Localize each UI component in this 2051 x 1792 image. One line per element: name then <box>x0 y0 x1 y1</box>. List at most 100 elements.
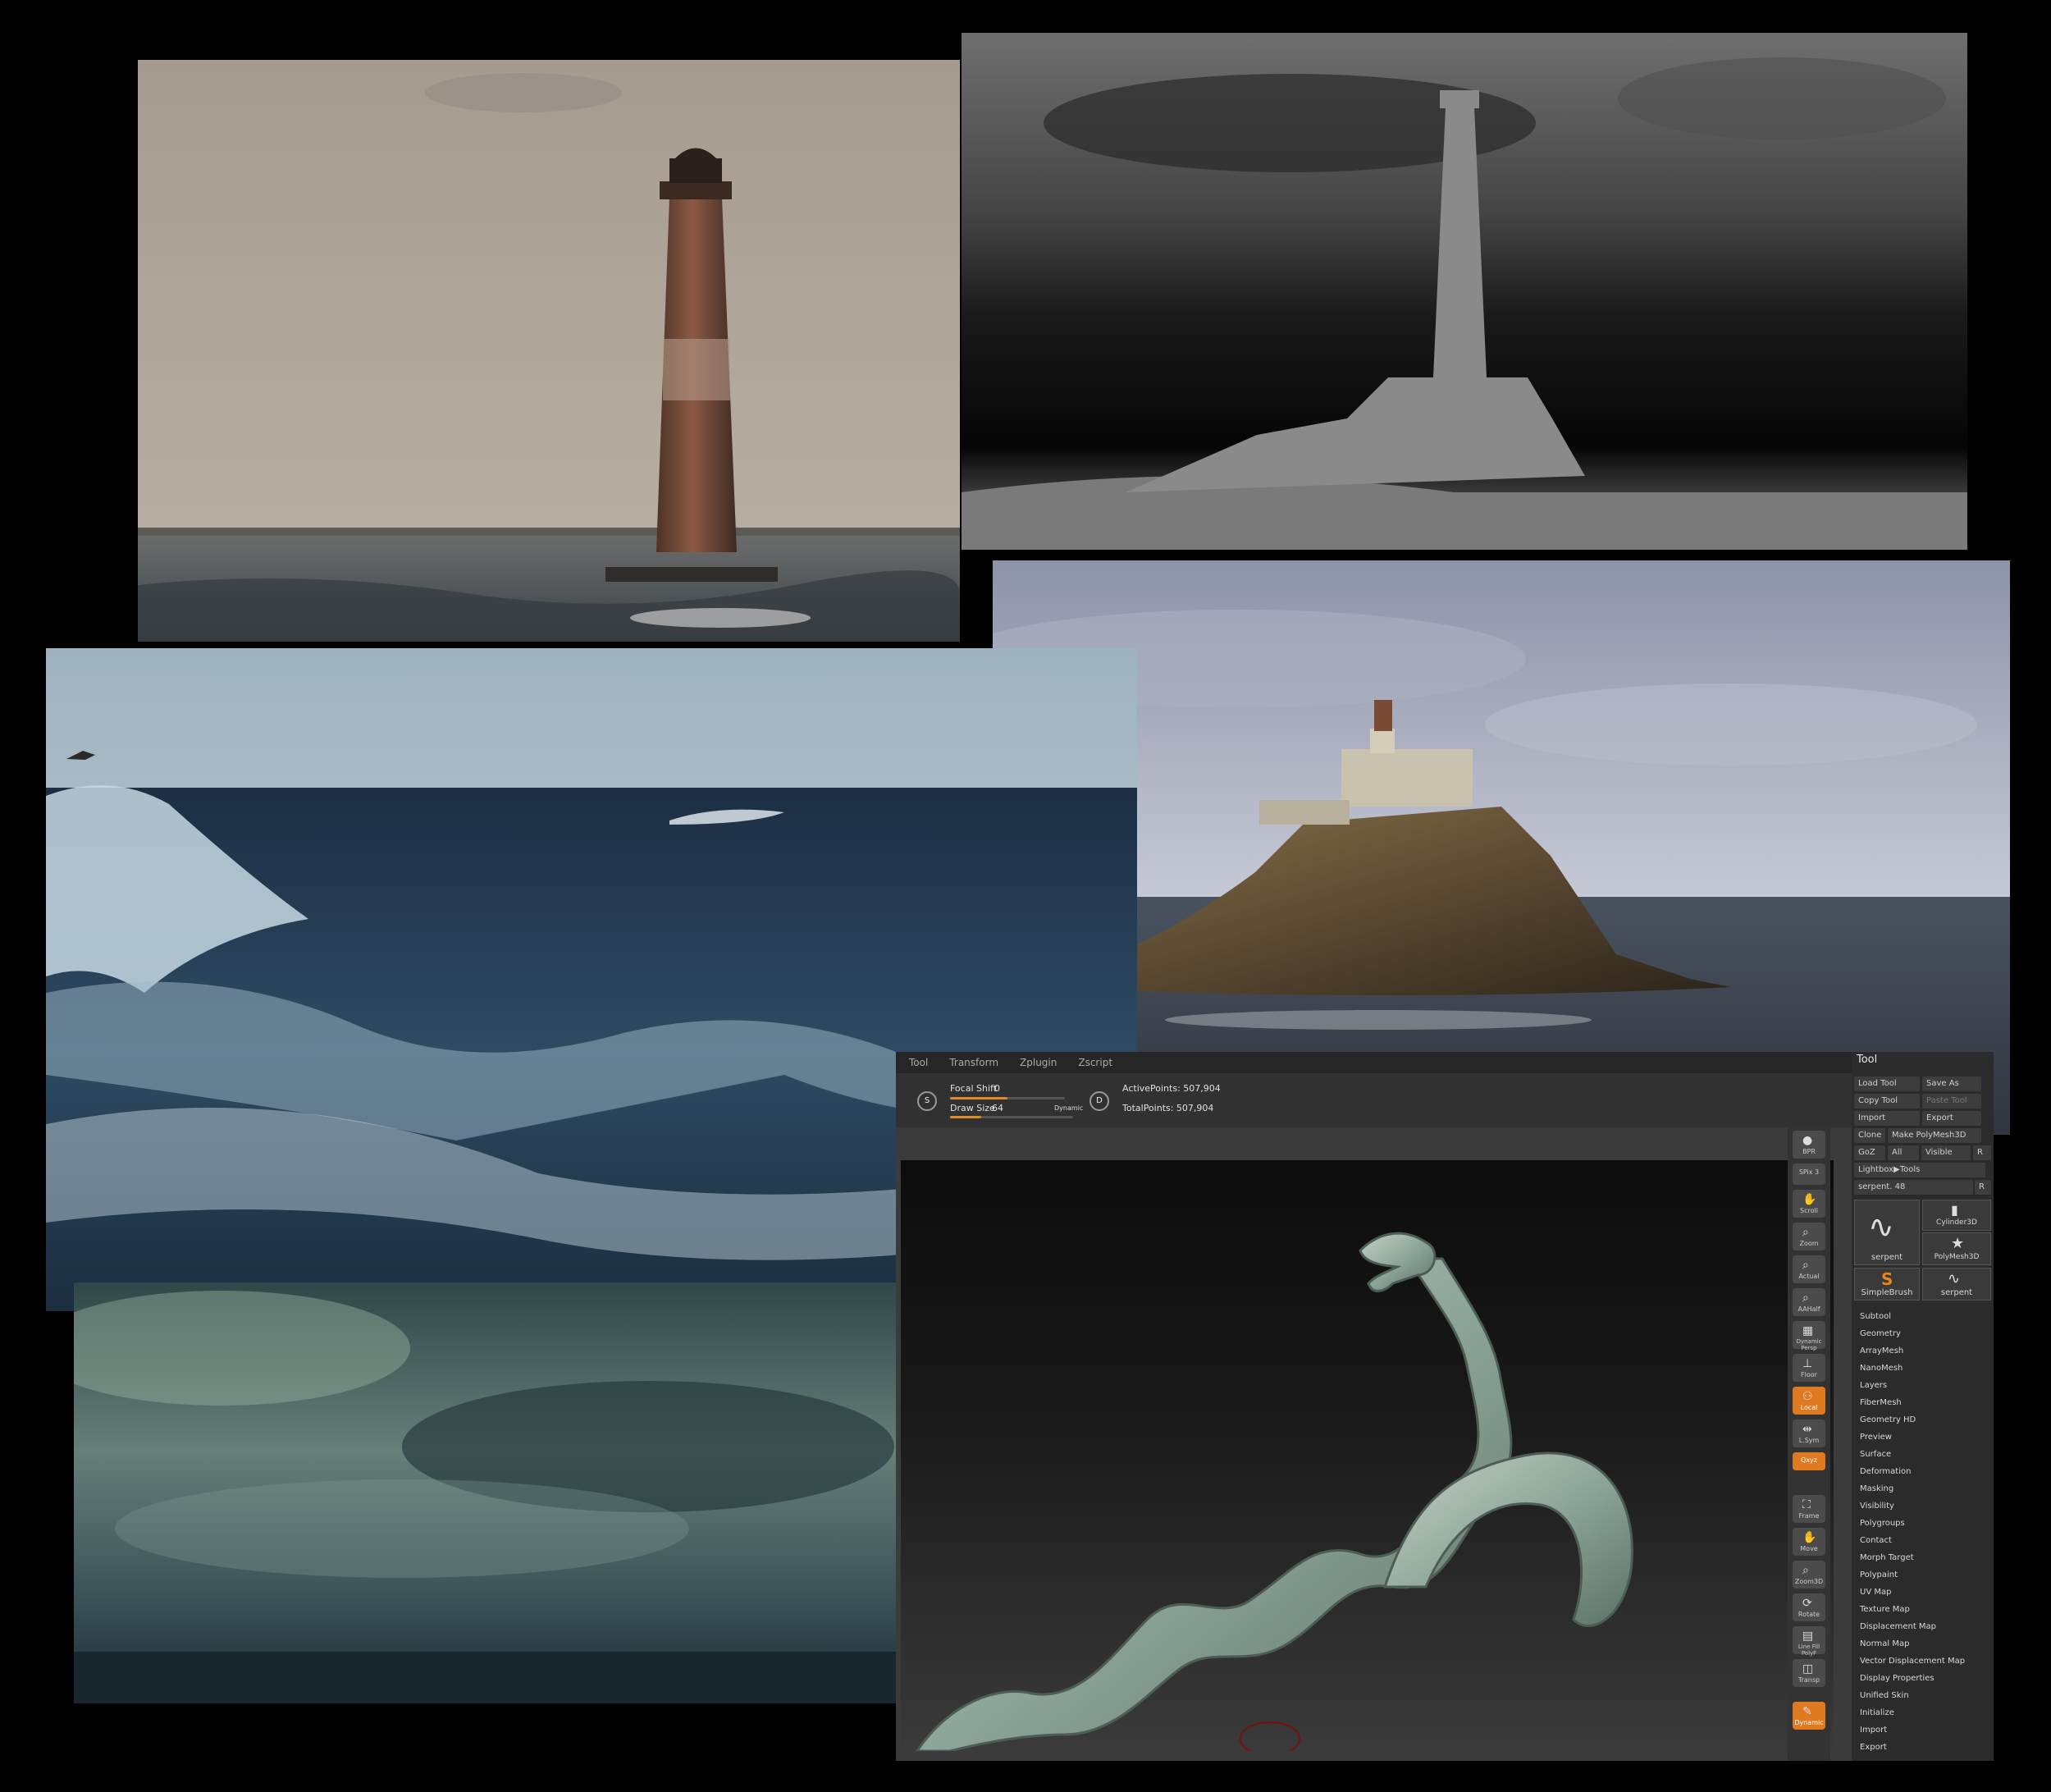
menu-export[interactable]: Export <box>1860 1743 1887 1752</box>
make-polymesh-button[interactable]: Make PolyMesh3D <box>1888 1128 1981 1143</box>
menu-polypaint[interactable]: Polypaint <box>1860 1570 1898 1579</box>
magnifier-icon: ⌕ <box>1802 1564 1809 1577</box>
total-points-readout: TotalPoints: 507,904 <box>1122 1103 1214 1113</box>
menu-zplugin[interactable]: Zplugin <box>1020 1057 1057 1068</box>
actual-button[interactable]: ⌕ Actual <box>1793 1255 1825 1283</box>
frame-button[interactable]: ⛶ Frame <box>1793 1495 1825 1523</box>
floor-icon: ⊥ <box>1802 1357 1813 1370</box>
copy-tool-button[interactable]: Copy Tool <box>1854 1094 1920 1109</box>
import-button[interactable]: Import <box>1854 1111 1920 1126</box>
scroll-button[interactable]: ✋ Scroll <box>1793 1190 1825 1218</box>
menu-texture-map[interactable]: Texture Map <box>1860 1605 1910 1614</box>
polyf-label: Line Fill PolyF <box>1797 1643 1820 1657</box>
menu-polygroups[interactable]: Polygroups <box>1860 1519 1905 1528</box>
floor-button[interactable]: ⊥ Floor <box>1793 1354 1825 1382</box>
menu-display-properties[interactable]: Display Properties <box>1860 1674 1935 1683</box>
persp-label: Dynamic Persp <box>1796 1338 1822 1351</box>
simplebrush-label: SimpleBrush <box>1861 1288 1913 1297</box>
photo-lighthouse-haze <box>138 60 960 642</box>
menu-morph-target[interactable]: Morph Target <box>1860 1553 1914 1562</box>
zbrush-topbar: S Focal Shift 0 Draw Size 64 Dynamic D A… <box>896 1073 1852 1127</box>
spotlight-d-icon[interactable]: D <box>1089 1091 1109 1111</box>
menu-uv-map[interactable]: UV Map <box>1860 1588 1891 1597</box>
local-button[interactable]: ⚇ Local <box>1793 1387 1825 1415</box>
local-icon: ⚇ <box>1802 1390 1813 1403</box>
persp-button[interactable]: ▦ Dynamic Persp <box>1793 1321 1825 1351</box>
r2-button[interactable]: R <box>1975 1180 1991 1195</box>
polymesh-thumb[interactable]: ★ PolyMesh3D <box>1922 1232 1991 1265</box>
rotate-button[interactable]: ⟳ Rotate <box>1793 1593 1825 1621</box>
menu-transform[interactable]: Transform <box>949 1057 998 1068</box>
menu-subtool[interactable]: Subtool <box>1860 1312 1891 1321</box>
menu-initialize[interactable]: Initialize <box>1860 1708 1894 1717</box>
menu-masking[interactable]: Masking <box>1860 1484 1893 1493</box>
zoom3d-button[interactable]: ⌕ Zoom3D <box>1793 1561 1825 1589</box>
spotlight-s-icon[interactable]: S <box>917 1091 937 1111</box>
grid-icon: ▦ <box>1802 1324 1814 1337</box>
menu-geometry[interactable]: Geometry <box>1860 1329 1901 1338</box>
menu-fibermesh[interactable]: FiberMesh <box>1860 1398 1902 1407</box>
export-button[interactable]: Export <box>1922 1111 1981 1126</box>
lightbox-tools-button[interactable]: Lightbox▶Tools <box>1854 1163 1985 1177</box>
focal-shift-value: 0 <box>994 1083 1000 1094</box>
photo-storm-clouds <box>74 1282 896 1703</box>
menu-geometry-hd[interactable]: Geometry HD <box>1860 1415 1916 1424</box>
transp-button[interactable]: ◫ Transp <box>1793 1659 1825 1687</box>
serpent-thumb-large[interactable]: ∿ serpent <box>1854 1200 1920 1265</box>
dynamic-toggle[interactable]: Dynamic <box>1054 1104 1083 1112</box>
brush-icon: ✎ <box>1802 1705 1812 1718</box>
draw-size-value: 64 <box>992 1103 1003 1113</box>
lsym-button[interactable]: ⇹ L.Sym <box>1793 1419 1825 1447</box>
load-tool-button[interactable]: Load Tool <box>1854 1077 1920 1091</box>
paste-tool-button[interactable]: Paste Tool <box>1922 1094 1981 1109</box>
menu-import[interactable]: Import <box>1860 1726 1887 1735</box>
menu-zscript[interactable]: Zscript <box>1078 1057 1112 1068</box>
draw-size-slider[interactable] <box>950 1116 1073 1118</box>
menu-unified-skin[interactable]: Unified Skin <box>1860 1691 1909 1700</box>
menu-nanomesh[interactable]: NanoMesh <box>1860 1364 1903 1373</box>
menu-contact[interactable]: Contact <box>1860 1536 1892 1545</box>
cylinder-thumb[interactable]: ▮ Cylinder3D <box>1922 1200 1991 1231</box>
polyf-button[interactable]: ▤ Line Fill PolyF <box>1793 1626 1825 1657</box>
focal-shift-slider[interactable] <box>950 1097 1065 1099</box>
current-tool-slider[interactable]: serpent. 48 <box>1854 1180 1973 1195</box>
serpent-thumb-small[interactable]: ∿ serpent <box>1922 1268 1991 1301</box>
aahalf-button[interactable]: ⌕ AAHalf <box>1793 1288 1825 1316</box>
scroll-label: Scroll <box>1800 1207 1818 1214</box>
save-as-button[interactable]: Save As <box>1922 1077 1981 1091</box>
all-button[interactable]: All <box>1888 1145 1919 1160</box>
star-icon: ★ <box>1951 1235 1965 1252</box>
serpent-small-icon: ∿ <box>1948 1270 1961 1287</box>
zbrush-canvas[interactable] <box>901 1160 1834 1751</box>
symmetry-icon: ⇹ <box>1802 1423 1812 1436</box>
menu-visibility[interactable]: Visibility <box>1860 1502 1894 1511</box>
goz-button[interactable]: GoZ <box>1854 1145 1885 1160</box>
menu-tool[interactable]: Tool <box>909 1057 928 1068</box>
polyframe-icon: ▤ <box>1802 1630 1814 1643</box>
zbrush-menubar: Tool Transform Zplugin Zscript <box>896 1052 1994 1073</box>
dynamic-button[interactable]: ✎ Dynamic <box>1793 1702 1825 1730</box>
clone-button[interactable]: Clone <box>1854 1128 1885 1143</box>
menu-normal-map[interactable]: Normal Map <box>1860 1639 1909 1648</box>
bpr-button[interactable]: ● BPR <box>1793 1131 1825 1159</box>
move-button[interactable]: ✋ Move <box>1793 1528 1825 1556</box>
spix-slider[interactable]: SPix 3 <box>1793 1163 1825 1185</box>
menu-layers[interactable]: Layers <box>1860 1381 1887 1390</box>
menu-arraymesh[interactable]: ArrayMesh <box>1860 1346 1903 1355</box>
menu-surface[interactable]: Surface <box>1860 1450 1891 1459</box>
transp-icon: ◫ <box>1802 1662 1814 1675</box>
right-shelf: ● BPR SPix 3 ✋ Scroll ⌕ Zoom ⌕ Actual ⌕ AAHal… <box>1788 1126 1830 1761</box>
simplebrush-thumb[interactable]: S SimpleBrush <box>1854 1268 1920 1301</box>
r-button[interactable]: R <box>1973 1145 1991 1160</box>
menu-preview[interactable]: Preview <box>1860 1433 1892 1442</box>
frame-label: Frame <box>1798 1512 1820 1520</box>
zoom-button[interactable]: ⌕ Zoom <box>1793 1223 1825 1250</box>
qxyz-button[interactable]: Qxyz <box>1793 1452 1825 1470</box>
visible-button[interactable]: Visible <box>1921 1145 1971 1160</box>
polymesh-label: PolyMesh3D <box>1934 1253 1980 1261</box>
magnifier-icon: ⌕ <box>1802 1259 1809 1272</box>
menu-vector-displacement-map[interactable]: Vector Displacement Map <box>1860 1657 1965 1666</box>
menu-deformation[interactable]: Deformation <box>1860 1467 1911 1476</box>
zoom-label: Zoom <box>1799 1240 1819 1247</box>
menu-displacement-map[interactable]: Displacement Map <box>1860 1622 1936 1631</box>
